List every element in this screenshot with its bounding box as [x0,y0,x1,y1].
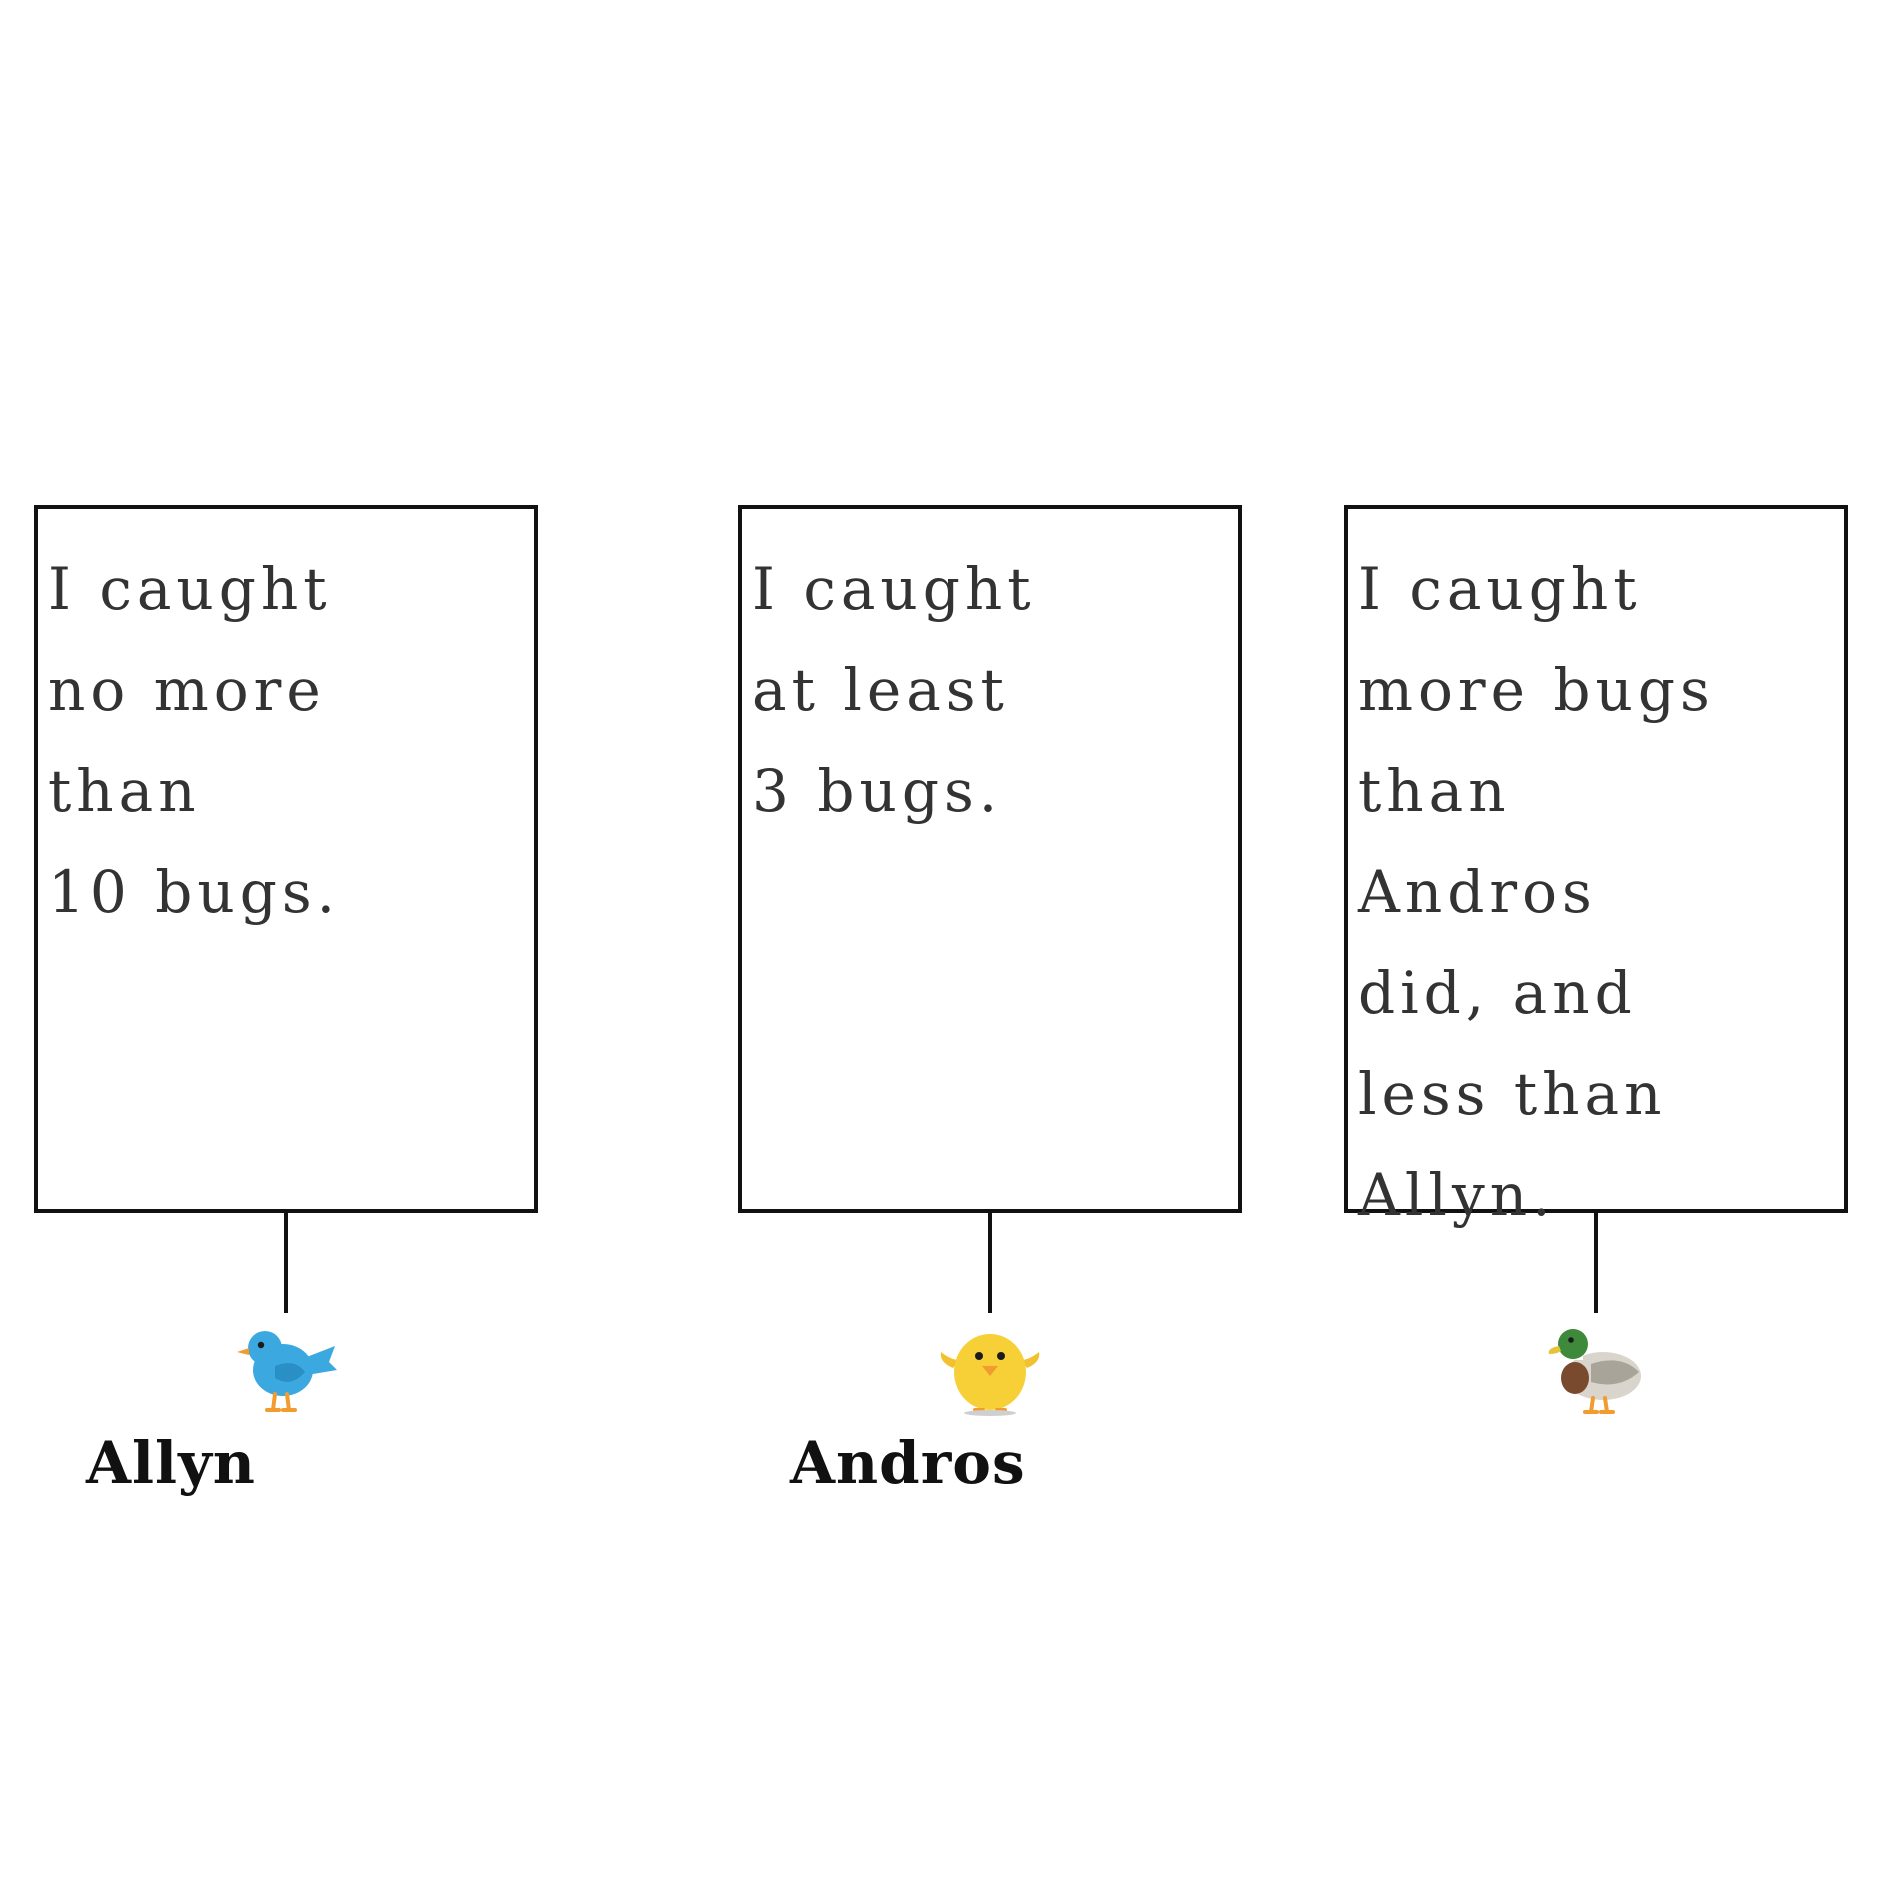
name-label: Andros [790,1429,1026,1497]
sign-post [1594,1213,1598,1313]
blue-bird-icon [231,1318,341,1418]
sign-text: I caught more bugs than Andros did, and … [1358,555,1715,1229]
name-label: Allyn [86,1429,256,1497]
duck-icon [1541,1318,1651,1418]
sign-text: I caught no more than 10 bugs. [48,555,341,926]
baby-chick-icon [935,1318,1045,1418]
sign-post [988,1213,992,1313]
sign-duck: I caught more bugs than Andros did, and … [1344,505,1848,1229]
sign-andros: I caught at least 3 bugs. [738,505,1242,1213]
sign-text: I caught at least 3 bugs. [752,555,1036,825]
sign-post [284,1213,288,1313]
sign-allyn: I caught no more than 10 bugs. [34,505,538,1213]
